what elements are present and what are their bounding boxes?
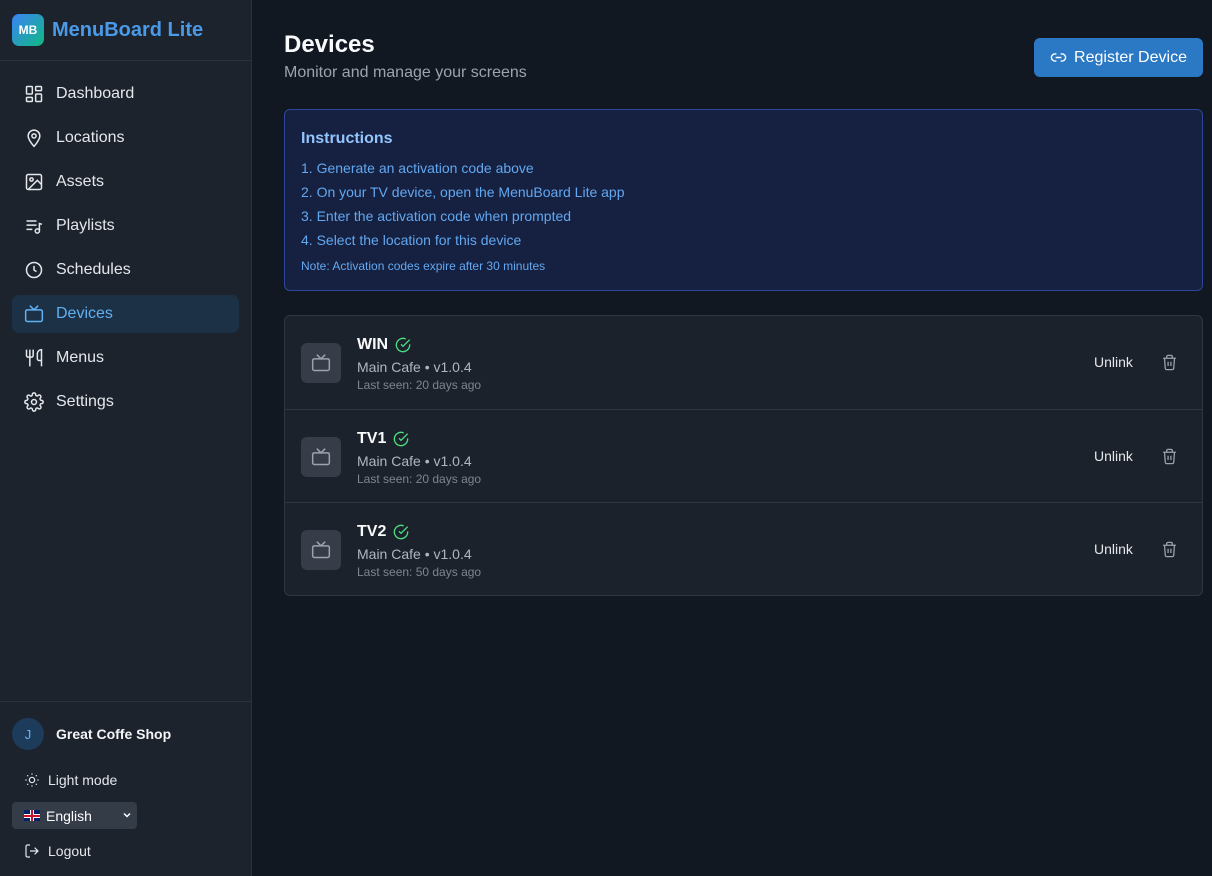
register-device-label: Register Device — [1074, 48, 1187, 66]
instruction-step: 4. Select the location for this device — [301, 232, 522, 248]
device-row: WIN Main Cafe • v1.0.4 Last seen: 20 day… — [285, 316, 1202, 409]
device-row: TV2 Main Cafe • v1.0.4 Last seen: 50 day… — [285, 502, 1202, 595]
trash-icon[interactable] — [1161, 541, 1178, 558]
sidebar-item-label: Schedules — [56, 261, 131, 278]
org-name: Great Coffe Shop — [56, 726, 172, 742]
check-circle-icon — [394, 524, 409, 540]
org-switcher[interactable]: J Great Coffe Shop — [12, 718, 171, 750]
sidebar-item-label: Devices — [56, 305, 113, 322]
device-meta: Main Cafe • v1.0.4 — [357, 546, 472, 562]
instruction-step: 1. Generate an activation code above — [301, 160, 534, 176]
page-subtitle: Monitor and manage your screens — [284, 64, 527, 81]
sidebar-item-schedules[interactable]: Schedules — [12, 251, 239, 289]
register-device-button[interactable]: Register Device — [1034, 38, 1203, 77]
unlink-button[interactable]: Unlink — [1094, 354, 1133, 370]
sidebar-item-label: Menus — [56, 349, 105, 366]
device-meta: Main Cafe • v1.0.4 — [357, 453, 472, 469]
page-title: Devices — [284, 31, 375, 58]
logout-button[interactable]: Logout — [24, 843, 91, 859]
sun-icon — [25, 773, 39, 787]
instruction-step: 2. On your TV device, open the MenuBoard… — [301, 184, 625, 200]
language-select[interactable]: English — [12, 802, 137, 829]
tv-icon — [24, 304, 44, 324]
instructions-title: Instructions — [301, 130, 393, 147]
device-list: WIN Main Cafe • v1.0.4 Last seen: 20 day… — [284, 315, 1203, 596]
sidebar-item-label: Assets — [56, 173, 105, 190]
device-name-text: TV1 — [357, 430, 387, 447]
sidebar-item-devices[interactable]: Devices — [12, 295, 239, 333]
sidebar-item-label: Playlists — [56, 217, 115, 234]
unlink-button[interactable]: Unlink — [1094, 541, 1133, 557]
logout-label: Logout — [48, 843, 91, 859]
sidebar-footer: J Great Coffe Shop Light mode English Lo… — [0, 701, 251, 876]
gear-icon — [24, 392, 44, 412]
device-name: WIN — [357, 336, 411, 354]
device-last-seen: Last seen: 50 days ago — [357, 565, 482, 579]
device-meta: Main Cafe • v1.0.4 — [357, 359, 472, 375]
tv-icon — [301, 530, 341, 570]
language-value: English — [46, 807, 92, 824]
logout-icon — [25, 844, 39, 858]
device-row: TV1 Main Cafe • v1.0.4 Last seen: 20 day… — [285, 409, 1202, 502]
device-last-seen: Last seen: 20 days ago — [357, 472, 482, 486]
brand-name: MenuBoard Lite — [52, 18, 204, 41]
device-name-text: TV2 — [357, 523, 387, 540]
playlist-icon — [24, 216, 44, 236]
device-name: TV2 — [357, 523, 409, 541]
theme-toggle-label: Light mode — [48, 772, 118, 788]
sidebar-nav: Dashboard Locations Assets Playlists Sch… — [0, 61, 251, 421]
sidebar-item-label: Dashboard — [56, 85, 135, 102]
instructions-note: Note: Activation codes expire after 30 m… — [301, 259, 546, 273]
check-circle-icon — [395, 337, 411, 353]
brand-logo: MB — [12, 14, 44, 46]
sidebar-item-playlists[interactable]: Playlists — [12, 207, 239, 245]
instruction-step: 3. Enter the activation code when prompt… — [301, 208, 572, 224]
instructions-panel: Instructions 1. Generate an activation c… — [284, 109, 1203, 291]
sidebar-item-settings[interactable]: Settings — [12, 383, 239, 421]
device-name-text: WIN — [357, 336, 389, 353]
chevron-down-icon — [123, 812, 131, 818]
uk-flag-icon — [24, 810, 40, 821]
sidebar-item-locations[interactable]: Locations — [12, 119, 239, 157]
sidebar-item-label: Locations — [56, 129, 125, 146]
tv-icon — [301, 343, 341, 383]
sidebar-item-menus[interactable]: Menus — [12, 339, 239, 377]
unlink-button[interactable]: Unlink — [1094, 448, 1133, 464]
clock-icon — [24, 260, 44, 280]
dashboard-icon — [24, 84, 44, 104]
sidebar-item-assets[interactable]: Assets — [12, 163, 239, 201]
device-last-seen: Last seen: 20 days ago — [357, 378, 482, 392]
tv-icon — [301, 437, 341, 477]
utensils-icon — [24, 348, 44, 368]
brand[interactable]: MB MenuBoard Lite — [0, 0, 251, 61]
map-pin-icon — [24, 128, 44, 148]
image-icon — [24, 172, 44, 192]
trash-icon[interactable] — [1161, 354, 1178, 371]
sidebar-item-dashboard[interactable]: Dashboard — [12, 75, 239, 113]
sidebar-item-label: Settings — [56, 393, 114, 410]
check-circle-icon — [394, 431, 409, 447]
link-icon — [1050, 53, 1067, 62]
sidebar: MB MenuBoard Lite Dashboard Locations As… — [0, 0, 252, 876]
theme-toggle-button[interactable]: Light mode — [24, 772, 117, 788]
avatar: J — [12, 718, 44, 750]
trash-icon[interactable] — [1161, 448, 1178, 465]
device-name: TV1 — [357, 430, 409, 448]
